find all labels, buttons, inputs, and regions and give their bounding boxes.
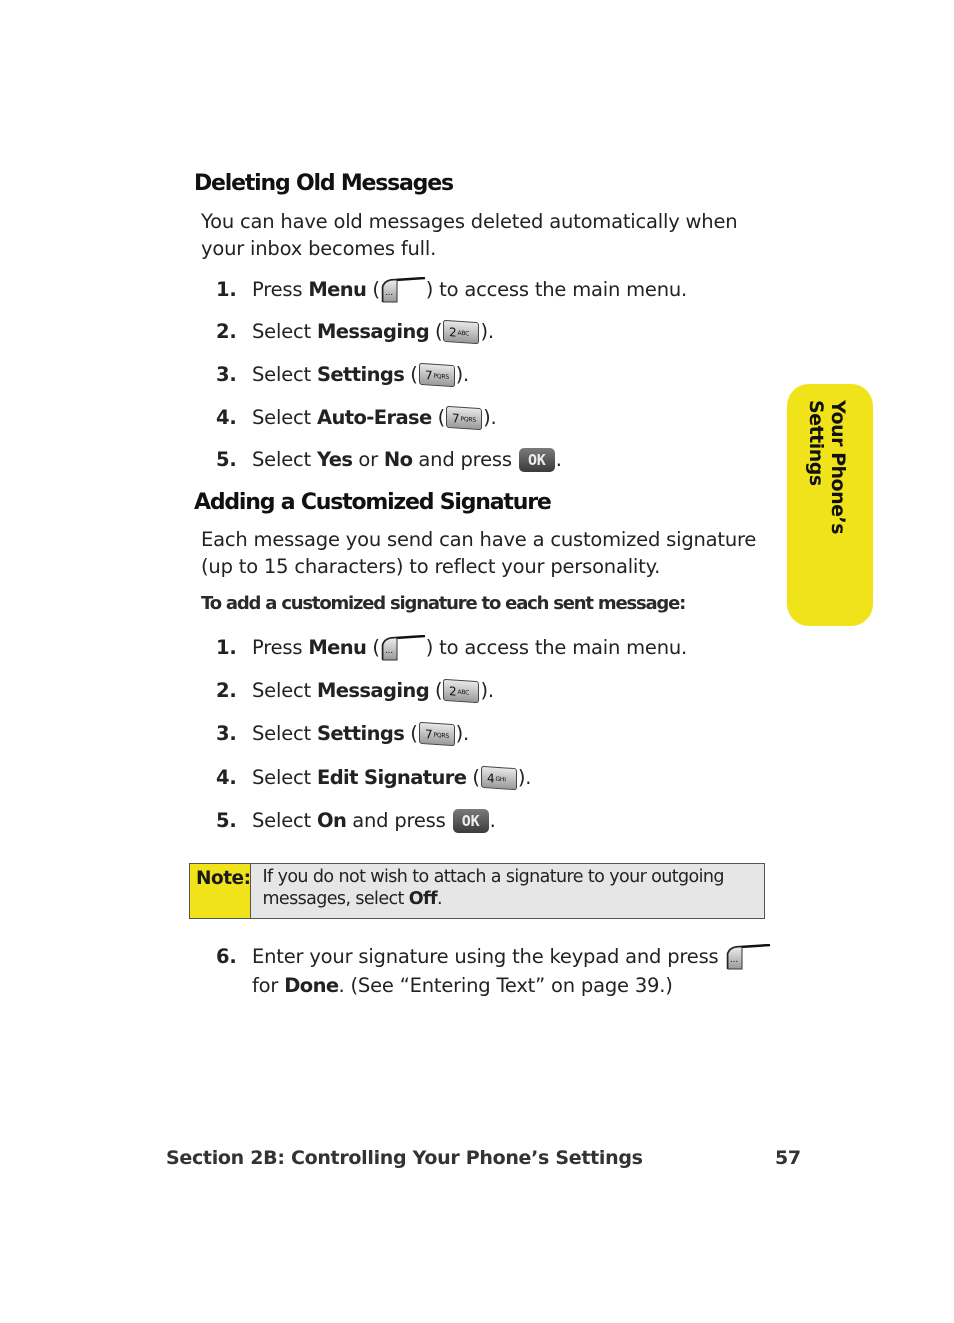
menu-softkey-icon: ... — [381, 276, 425, 303]
step-bold: Messaging — [316, 320, 430, 343]
step-number: 4. — [216, 406, 237, 429]
step-bold: Edit Signature — [316, 766, 467, 789]
s1-step-3: 3. Select Settings ( 7PQRS ). — [216, 362, 470, 387]
ok-key-icon: OK — [518, 447, 555, 472]
step-text: or — [352, 448, 384, 471]
s2-step-2: 2. Select Messaging ( 2ABC ). — [216, 678, 494, 703]
step-text: . — [489, 809, 496, 832]
step-number: 3. — [216, 363, 237, 386]
step-text: Select — [252, 363, 311, 386]
heading-adding-signature: Adding a Customized Signature — [194, 490, 552, 515]
step-text: ). — [455, 363, 470, 386]
step-text: Press — [252, 278, 303, 301]
intro-deleting: You can have old messages deleted automa… — [201, 210, 738, 260]
svg-text:...: ... — [385, 646, 393, 656]
s1-step-1: 1. Press Menu ( ... ) to access the main… — [216, 276, 688, 303]
step-number: 1. — [216, 636, 237, 659]
step-number: 4. — [216, 766, 237, 789]
step-bold: Yes — [316, 448, 353, 471]
step-text: Select — [252, 809, 311, 832]
heading-deleting-old-messages: Deleting Old Messages — [194, 171, 454, 196]
footer-section-title: Section 2B: Controlling Your Phone’s Set… — [166, 1147, 643, 1169]
step-text: . (See “Entering Text” on page 39.) — [338, 974, 673, 997]
step-number: 5. — [216, 448, 237, 471]
s1-step-5: 5. Select Yes or No and press OK . — [216, 446, 562, 473]
note-text: If you do not wish to attach a signature… — [262, 867, 724, 909]
s1-step-4: 4. Select Auto-Erase ( 7PQRS ). — [216, 405, 497, 430]
s2-step-4: 4. Select Edit Signature ( 4GHI ). — [216, 765, 532, 790]
s2-step-1: 1. Press Menu ( ... ) to access the main… — [216, 634, 688, 661]
step-text: Enter your signature using the keypad an… — [252, 945, 719, 968]
step-text: and press — [412, 448, 518, 471]
step-text: and press — [346, 809, 452, 832]
step-text: for — [252, 974, 285, 997]
step-bold: Settings — [316, 722, 405, 745]
step-text: ). — [480, 320, 494, 343]
step-number: 3. — [216, 722, 237, 745]
step-bold: Done — [284, 974, 339, 997]
step-number: 1. — [216, 278, 237, 301]
s1-step-2: 2. Select Messaging ( 2ABC ). — [216, 319, 494, 344]
step-bold: Messaging — [316, 679, 430, 702]
step-text: Press — [252, 636, 303, 659]
key-7-pqrs-icon: 7PQRS — [446, 405, 483, 430]
step-text: ). — [483, 406, 497, 429]
key-2-abc-icon: 2ABC — [443, 319, 480, 344]
step-text: . — [555, 448, 562, 471]
step-bold: Menu — [308, 278, 367, 301]
step-text: ). — [517, 766, 532, 789]
ok-key-icon: OK — [452, 808, 489, 833]
note-label: Note: — [190, 864, 252, 918]
step-text: Select — [252, 448, 311, 471]
step-text: Select — [252, 722, 311, 745]
intro-signature: Each message you send can have a customi… — [201, 528, 757, 578]
page-number: 57 — [775, 1147, 801, 1169]
side-tab-label: Your Phone’s Settings — [805, 400, 849, 535]
step-text: ). — [455, 722, 470, 745]
s2-step-3: 3. Select Settings ( 7PQRS ). — [216, 721, 470, 746]
key-7-pqrs-icon: 7PQRS — [418, 362, 455, 387]
menu-softkey-icon: ... — [381, 634, 425, 661]
step-text: Select — [252, 679, 311, 702]
key-4-ghi-icon: 4GHI — [480, 765, 517, 790]
step-text: ) to access the main menu. — [425, 278, 688, 301]
step-bold: No — [383, 448, 413, 471]
step-number: 2. — [216, 320, 237, 343]
s2-step-5: 5. Select On and press OK . — [216, 807, 496, 834]
menu-softkey-icon: ... — [726, 943, 770, 970]
svg-text:...: ... — [730, 955, 738, 965]
svg-text:...: ... — [385, 288, 393, 298]
key-7-pqrs-icon: 7PQRS — [418, 721, 455, 746]
s2-step-6-line2: for Done. (See “Entering Text” on page 3… — [252, 972, 673, 999]
step-text: Select — [252, 320, 311, 343]
s2-step-6-line1: 6. Enter your signature using the keypad… — [216, 943, 771, 970]
step-text: Select — [252, 766, 311, 789]
step-bold: Settings — [316, 363, 405, 386]
step-bold: On — [316, 809, 347, 832]
step-text: ). — [480, 679, 494, 702]
step-text: ) to access the main menu. — [425, 636, 688, 659]
step-number: 6. — [216, 945, 237, 968]
step-text: Select — [252, 406, 311, 429]
step-number: 5. — [216, 809, 237, 832]
step-number: 2. — [216, 679, 237, 702]
step-bold: Menu — [308, 636, 367, 659]
note-box: Note: If you do not wish to attach a sig… — [189, 863, 765, 919]
subheading-add-signature: To add a customized signature to each se… — [201, 593, 686, 614]
step-bold: Auto-Erase — [316, 406, 432, 429]
key-2-abc-icon: 2ABC — [443, 678, 480, 703]
